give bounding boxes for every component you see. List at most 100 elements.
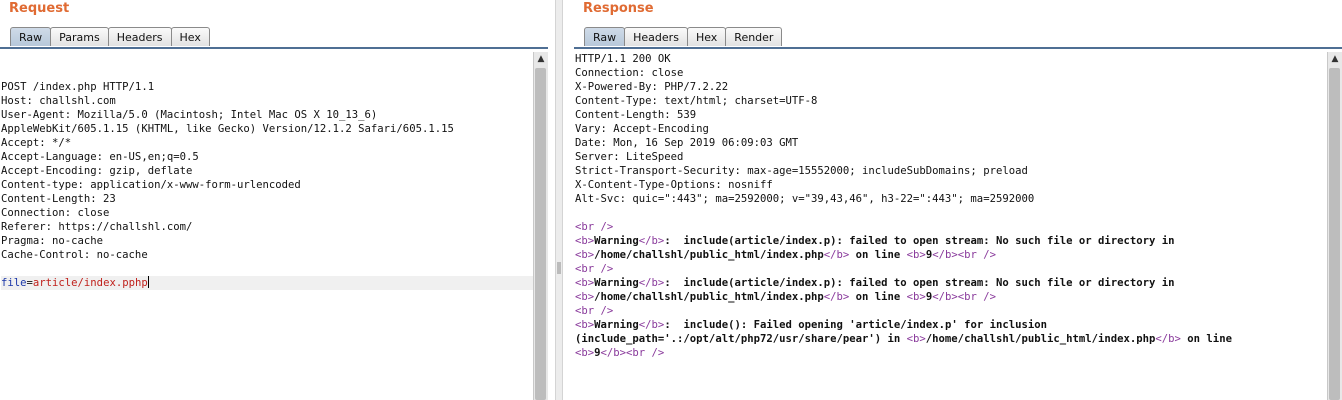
html-tag-token: <br /> <box>575 221 614 233</box>
response-header-line: Content-Length: 539 <box>575 109 697 121</box>
response-text-token: Warning <box>594 319 639 331</box>
response-tabs: Raw Headers Hex Render <box>584 27 783 47</box>
html-tag-token: </b> <box>600 347 627 359</box>
request-tab-raw[interactable]: Raw <box>10 27 52 46</box>
html-tag-token: <b> <box>575 277 595 289</box>
response-tab-underline <box>574 47 1342 49</box>
scroll-up-arrow-icon[interactable]: ▲ <box>1330 54 1340 64</box>
response-editor[interactable]: HTTP/1.1 200 OK Connection: close X-Powere… <box>574 52 1327 400</box>
response-scrollbar-thumb[interactable] <box>1329 68 1340 400</box>
request-line: Pragma: no-cache <box>1 235 104 247</box>
response-header-line: Strict-Transport-Security: max-age=15552… <box>575 165 1028 177</box>
response-header-line: Content-Type: text/html; charset=UTF-8 <box>575 95 818 107</box>
response-text-token: : include(article/index.p): failed to op… <box>664 277 1175 289</box>
request-tab-params[interactable]: Params <box>50 27 109 46</box>
response-title: Response <box>583 1 654 16</box>
response-tab-render[interactable]: Render <box>725 27 783 46</box>
request-line: AppleWebKit/605.1.15 (KHTML, like Gecko)… <box>1 123 454 135</box>
response-header-line: HTTP/1.1 200 OK <box>575 53 671 65</box>
html-tag-token: <br /> <box>626 347 665 359</box>
request-line: Content-type: application/x-www-form-url… <box>1 179 301 191</box>
response-pane: Response Raw Headers Hex Render HTTP/1.1… <box>574 0 1342 400</box>
response-text: HTTP/1.1 200 OK Connection: close X-Powere… <box>575 52 1232 360</box>
request-line: Accept: */* <box>1 137 72 149</box>
response-text-token: on line <box>1180 333 1232 345</box>
request-line: Cache-Control: no-cache <box>1 249 148 261</box>
html-tag-token: </b> <box>932 291 958 303</box>
request-param-name: file <box>1 277 27 289</box>
request-line: Host: challshl.com <box>1 95 116 107</box>
request-tab-headers[interactable]: Headers <box>107 27 172 46</box>
text-caret <box>147 276 149 288</box>
response-body-line: <br /> <box>575 304 1232 318</box>
response-body-line: <b>/home/challshl/public_html/index.php<… <box>575 248 1232 262</box>
request-scrollbar[interactable]: ▲ <box>533 52 548 400</box>
request-scrollbar-thumb[interactable] <box>535 68 546 400</box>
response-header-line: Date: Mon, 16 Sep 2019 06:09:03 GMT <box>575 137 799 149</box>
response-tab-hex[interactable]: Hex <box>686 27 727 46</box>
response-text-token: on line <box>849 291 907 303</box>
response-header-line: X-Content-Type-Options: nosniff <box>575 179 773 191</box>
response-header-line: Vary: Accept-Encoding <box>575 123 709 135</box>
request-title: Request <box>9 1 70 16</box>
html-tag-token: <b> <box>575 249 595 261</box>
html-tag-token: </b> <box>1155 333 1181 345</box>
request-line: POST /index.php HTTP/1.1 <box>1 81 155 93</box>
response-body-line: <b>Warning</b>: include(article/index.p)… <box>575 276 1232 290</box>
response-header-line: Connection: close <box>575 67 684 79</box>
html-tag-token: <br /> <box>957 249 996 261</box>
response-header-line: Server: LiteSpeed <box>575 151 684 163</box>
response-body-line: <b>9</b><br /> <box>575 346 1232 360</box>
response-text-token: : include(article/index.p): failed to op… <box>664 235 1175 247</box>
request-body-line[interactable]: file=article/index.pphp <box>1 276 533 290</box>
request-line: Accept-Encoding: gzip, deflate <box>1 165 193 177</box>
request-line: Referer: https://challshl.com/ <box>1 221 193 233</box>
response-text-token: /home/challshl/public_html/index.php <box>925 333 1156 345</box>
request-line: Accept-Language: en-US,en;q=0.5 <box>1 151 199 163</box>
response-text-token: /home/challshl/public_html/index.php <box>594 249 824 261</box>
response-body-line: <b>/home/challshl/public_html/index.php<… <box>575 290 1232 304</box>
request-text: POST /index.php HTTP/1.1 Host: challshl.c… <box>1 52 533 318</box>
request-editor[interactable]: POST /index.php HTTP/1.1 Host: challshl.c… <box>0 52 533 400</box>
response-body-line: <br /> <box>575 220 1232 234</box>
response-text-token: on line <box>849 249 907 261</box>
html-tag-token: </b> <box>638 235 665 247</box>
html-tag-token: </b> <box>638 277 665 289</box>
split-pane-divider[interactable] <box>555 0 563 400</box>
html-tag-token: <b> <box>575 235 595 247</box>
response-text-token: /home/challshl/public_html/index.php <box>594 291 824 303</box>
response-body-line: <br /> <box>575 262 1232 276</box>
html-tag-token: <br /> <box>575 263 614 275</box>
response-text-token: Warning <box>594 235 639 247</box>
response-tab-raw[interactable]: Raw <box>584 27 626 46</box>
response-scrollbar[interactable]: ▲ <box>1327 52 1342 400</box>
request-pane: Request Raw Params Headers Hex POST /ind… <box>0 0 548 400</box>
response-text-token: Warning <box>594 277 639 289</box>
response-header-line <box>575 206 1232 220</box>
divider-grip[interactable] <box>557 262 561 274</box>
response-body-line: <b>Warning</b>: include(article/index.p)… <box>575 234 1232 248</box>
response-header-line: X-Powered-By: PHP/7.2.22 <box>575 81 729 93</box>
response-text-token: : include(): Failed opening 'article/ind… <box>664 319 1047 331</box>
request-line: User-Agent: Mozilla/5.0 (Macintosh; Inte… <box>1 109 378 121</box>
html-tag-token: <br /> <box>957 291 996 303</box>
response-body-line: <b>Warning</b>: include(): Failed openin… <box>575 318 1232 332</box>
html-tag-token: <b> <box>575 347 595 359</box>
response-header-line: Alt-Svc: quic=":443"; ma=2592000; v="39,… <box>575 193 1035 205</box>
html-tag-token: </b> <box>823 291 850 303</box>
html-tag-token: <b> <box>906 291 926 303</box>
response-text-token: (include_path='.:/opt/alt/php72/usr/shar… <box>575 333 907 345</box>
response-body-line: (include_path='.:/opt/alt/php72/usr/shar… <box>575 332 1232 346</box>
request-tab-hex[interactable]: Hex <box>170 27 210 46</box>
request-tabs: Raw Params Headers Hex <box>10 27 210 47</box>
scroll-up-arrow-icon[interactable]: ▲ <box>536 54 546 64</box>
html-tag-token: <b> <box>575 291 595 303</box>
request-tab-underline <box>0 47 548 49</box>
response-tab-headers[interactable]: Headers <box>624 27 688 46</box>
request-line <box>1 262 533 276</box>
html-tag-token: </b> <box>823 249 850 261</box>
html-tag-token: </b> <box>932 249 958 261</box>
html-tag-token: <b> <box>575 319 595 331</box>
html-tag-token: </b> <box>638 319 665 331</box>
request-line: Connection: close <box>1 207 110 219</box>
